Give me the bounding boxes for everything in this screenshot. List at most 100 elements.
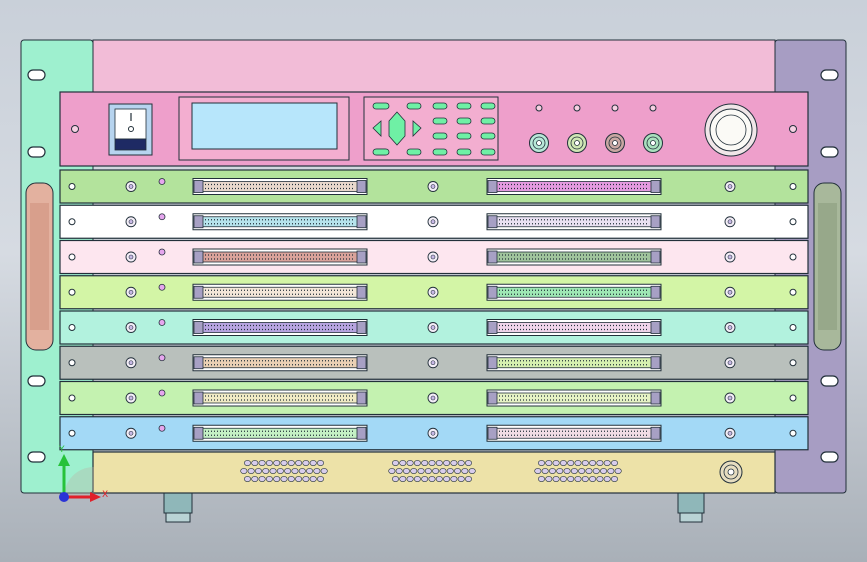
right-handle-grip [818,203,837,330]
module-standoff-hole-1-2 [430,184,436,189]
vent-hole-3-1-8 [592,468,600,474]
connector-left-7-body [200,392,360,404]
vent-hole-1-1-6 [284,468,292,474]
round-connector-pin [727,468,735,476]
connector-right-3-latch-r [650,250,661,264]
vent-hole-1-0-6 [287,460,295,466]
vent-hole-3-0-5 [574,460,582,466]
module-standoff-hole-7-1 [128,395,134,401]
vent-hole-3-1-0 [534,468,542,474]
vent-hole-1-2-1 [251,476,259,482]
module-led-3 [158,248,166,256]
vent-hole-2-2-10 [464,476,472,482]
panel-screw-right [789,125,797,133]
vent-hole-3-0-9 [603,460,611,466]
vent-hole-1-0-10 [316,460,324,466]
connector-left-8-latch-l [193,426,204,440]
connector-left-5-latch-l [193,321,204,334]
connector-right-3-body [494,251,654,263]
module-screw-left-3 [68,253,76,261]
vent-hole-3-0-7 [589,460,597,466]
connector-right-8-body [494,427,654,439]
module-screw-left-1 [68,183,76,190]
vent-hole-2-0-10 [464,460,472,466]
vent-hole-2-0-1 [399,460,407,466]
mounting-slot-right-5 [820,375,839,387]
vent-hole-2-2-6 [435,476,443,482]
connector-right-1-latch-l [487,180,498,193]
module-standoff-hole-3-3 [727,254,733,260]
connector-right-7-body [494,392,654,404]
module-screw-right-7 [789,394,797,402]
keypad-key-0-2 [432,102,448,110]
indicator-led-2 [573,104,581,112]
vent-hole-2-1-9 [454,468,462,474]
vent-hole-1-0-2 [258,460,266,466]
connector-left-5-body [200,322,360,333]
vent-hole-2-2-3 [413,476,421,482]
connector-right-2-body [494,216,654,228]
keypad-key-0-0 [372,102,390,110]
vent-hole-1-2-9 [309,476,317,482]
vent-hole-2-1-0 [388,468,396,474]
mounting-slot-right-1 [820,69,839,81]
cad-viewport[interactable]: XY [0,0,867,562]
connector-right-1-latch-r [650,180,661,193]
connector-right-4-latch-l [487,285,498,299]
vent-hole-2-1-11 [468,468,476,474]
bnc-connector-3-pin [612,140,618,146]
module-slots [59,169,809,451]
vent-hole-1-1-7 [291,468,299,474]
left-handle-grip [30,203,49,330]
module-standoff-hole-4-3 [727,289,733,295]
vent-hole-2-1-8 [446,468,454,474]
vent-hole-1-1-9 [306,468,314,474]
vent-hole-3-1-1 [541,468,549,474]
connector-left-1-latch-l [193,180,204,193]
vent-hole-3-0-8 [596,460,604,466]
mounting-slot-right-2 [820,146,839,158]
vent-hole-2-2-5 [428,476,436,482]
vent-hole-3-2-8 [596,476,604,482]
module-standoff-hole-1-1 [128,184,134,189]
keypad-key-3-3 [456,148,472,156]
vent-hole-2-0-8 [450,460,458,466]
module-standoff-hole-6-2 [430,360,436,366]
vent-hole-2-0-0 [391,460,399,466]
connector-left-4-body [200,286,360,298]
vent-hole-3-1-2 [548,468,556,474]
keypad-key-0-1 [406,102,422,110]
vent-hole-1-1-10 [313,468,321,474]
connector-right-5-latch-r [650,321,661,334]
module-led-1 [158,178,166,185]
module-screw-right-1 [789,183,797,190]
module-screw-left-6 [68,359,76,367]
indicator-led-4 [649,104,657,112]
indicator-led-3 [611,104,619,112]
module-led-8 [158,424,166,432]
connector-left-1-latch-r [356,180,367,193]
panel-screw-left [71,125,79,133]
vent-hole-2-2-4 [421,476,429,482]
keypad-key-1-3 [456,117,472,125]
vent-hole-3-0-1 [545,460,553,466]
vent-hole-3-1-6 [578,468,586,474]
vent-hole-2-0-9 [457,460,465,466]
keypad-key-2-2 [432,132,448,140]
vent-hole-1-1-0 [240,468,248,474]
connector-right-4-body [494,286,654,298]
vent-hole-2-2-1 [399,476,407,482]
vent-hole-1-2-3 [265,476,273,482]
vent-hole-3-0-4 [567,460,575,466]
keypad-key-0-4 [480,102,496,110]
connector-right-6-latch-l [487,356,498,370]
top-cover-panel [92,39,776,93]
vent-hole-2-2-8 [450,476,458,482]
vent-hole-3-0-10 [610,460,618,466]
vent-hole-2-1-1 [395,468,403,474]
keypad-key-1-4 [480,117,496,125]
vent-hole-1-2-6 [287,476,295,482]
connector-right-3-latch-l [487,250,498,264]
connector-right-6-body [494,357,654,369]
vent-hole-1-2-0 [244,476,252,482]
